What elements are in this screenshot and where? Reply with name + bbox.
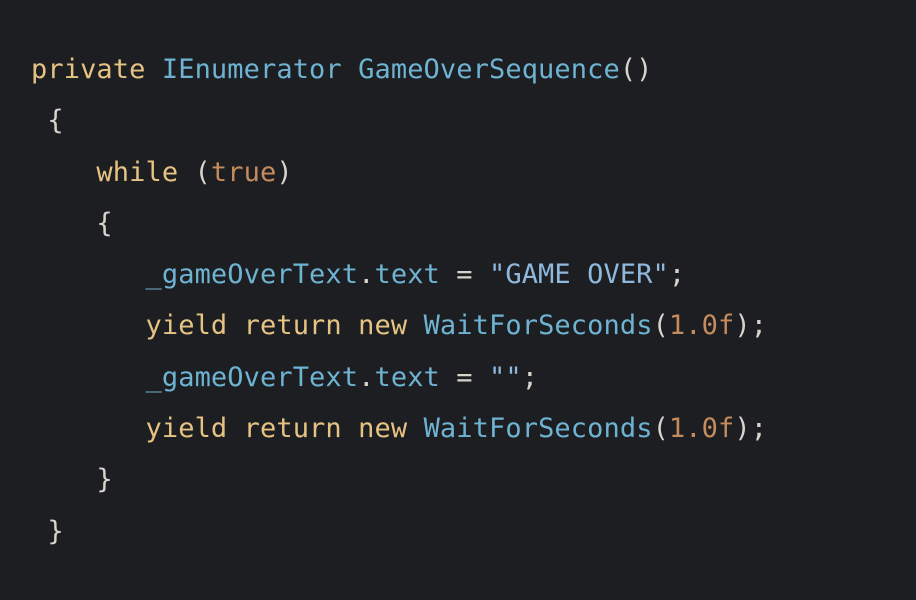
code-token: "GAME OVER" [488, 259, 669, 291]
code-token: text [374, 361, 440, 393]
code-token: IEnumerator [161, 54, 342, 85]
code-token: private [31, 54, 146, 85]
code-token: ; [668, 259, 686, 291]
code-token: ) [276, 156, 293, 188]
code-token: ); [734, 413, 768, 445]
code-token: 1.0f [668, 413, 735, 445]
code-token: return [243, 413, 342, 445]
code-line: yield return new WaitForSeconds(1.0f); [31, 403, 767, 454]
code-line: yield return new WaitForSeconds(1.0f); [31, 300, 767, 351]
code-token: { [31, 207, 113, 239]
code-block: private IEnumerator GameOverSequence() {… [31, 44, 767, 557]
code-token: . [358, 259, 375, 291]
code-token: ( [652, 413, 669, 445]
code-token: yield [145, 310, 228, 342]
code-token: ( [652, 310, 669, 342]
code-line: } [31, 506, 767, 557]
code-token: true [210, 156, 277, 188]
code-token: new [358, 310, 408, 342]
code-line: { [31, 198, 767, 249]
code-token: } [31, 515, 64, 547]
code-line: private IEnumerator GameOverSequence() [31, 44, 767, 95]
code-token: = [439, 361, 489, 393]
code-token: text [374, 259, 440, 291]
code-token: } [31, 464, 113, 496]
code-token: ( [178, 156, 211, 188]
code-line: { [31, 95, 767, 146]
code-token: _gameOverText [145, 259, 359, 291]
code-line: _gameOverText.text = "GAME OVER"; [31, 249, 767, 300]
code-token: WaitForSeconds [423, 310, 653, 342]
code-token: 1.0f [668, 310, 735, 342]
code-token: "" [488, 361, 522, 393]
code-token: GameOverSequence [358, 54, 620, 85]
code-token: WaitForSeconds [423, 413, 653, 445]
code-line: _gameOverText.text = ""; [31, 352, 767, 403]
code-token: . [358, 361, 375, 393]
code-line: } [31, 454, 767, 505]
code-token: { [31, 105, 64, 137]
code-snippet-window: private IEnumerator GameOverSequence() {… [0, 0, 916, 600]
code-token: yield [145, 413, 228, 445]
code-token: = [439, 259, 489, 291]
code-token: ; [521, 361, 539, 393]
code-token: () [619, 54, 653, 85]
code-token: new [358, 413, 408, 445]
code-token: return [243, 310, 342, 342]
code-token: ); [734, 310, 768, 342]
code-token: _gameOverText [145, 361, 359, 393]
code-token: while [96, 156, 179, 188]
code-line: while (true) [31, 147, 767, 198]
